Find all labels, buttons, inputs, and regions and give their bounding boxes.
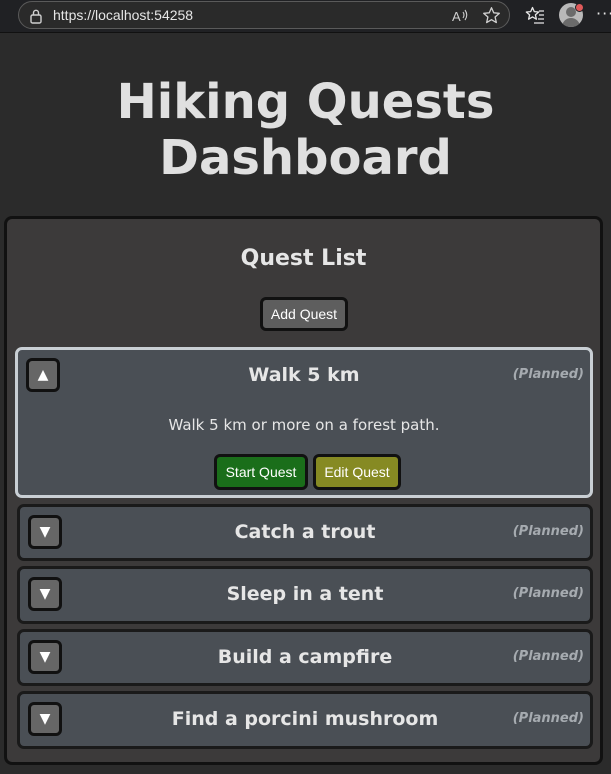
url-text[interactable]: https://localhost:54258	[53, 7, 193, 23]
svg-text:A: A	[452, 9, 461, 24]
quest-name: Sleep in a tent	[226, 583, 384, 605]
quest-description: Walk 5 km or more on a forest path.	[168, 416, 440, 434]
add-quest-button[interactable]: Add Quest	[260, 297, 348, 331]
quest-name: Walk 5 km	[248, 364, 360, 386]
favorites-icon[interactable]	[525, 5, 545, 25]
quest-card-catch-a-trout: ▼ Catch a trout (Planned)	[17, 504, 593, 561]
notification-dot	[575, 3, 584, 12]
quest-card-sleep-in-a-tent: ▼ Sleep in a tent (Planned)	[17, 566, 593, 624]
browser-toolbar: https://localhost:54258 A ···	[0, 0, 611, 33]
quest-status: (Planned)	[512, 367, 584, 382]
quest-status: (Planned)	[512, 711, 584, 726]
quest-name: Build a campfire	[217, 646, 393, 668]
page-title: Hiking Quests Dashboard	[116, 74, 495, 186]
quest-card-build-a-campfire: ▼ Build a campfire (Planned)	[17, 629, 593, 686]
more-options-icon[interactable]: ···	[596, 4, 611, 23]
lock-icon[interactable]	[29, 8, 43, 24]
quest-list-heading: Quest List	[240, 246, 367, 271]
read-aloud-icon[interactable]: A	[451, 7, 469, 25]
quest-card-walk-5km: ▲ Walk 5 km (Planned) Walk 5 km or more …	[15, 347, 593, 498]
quest-card-find-a-porcini-mushroom: ▼ Find a porcini mushroom (Planned)	[17, 691, 593, 749]
favorite-star-icon[interactable]	[482, 6, 501, 25]
quest-list-panel: Quest List Add Quest ▲ Walk 5 km (Planne…	[4, 216, 603, 765]
quest-status: (Planned)	[512, 524, 584, 539]
quest-name: Catch a trout	[234, 521, 376, 543]
quest-status: (Planned)	[512, 586, 584, 601]
edit-quest-button[interactable]: Edit Quest	[313, 454, 401, 490]
quest-name: Find a porcini mushroom	[171, 708, 439, 730]
start-quest-button[interactable]: Start Quest	[214, 454, 308, 490]
quest-status: (Planned)	[512, 649, 584, 664]
address-bar[interactable]: https://localhost:54258 A	[18, 1, 510, 29]
